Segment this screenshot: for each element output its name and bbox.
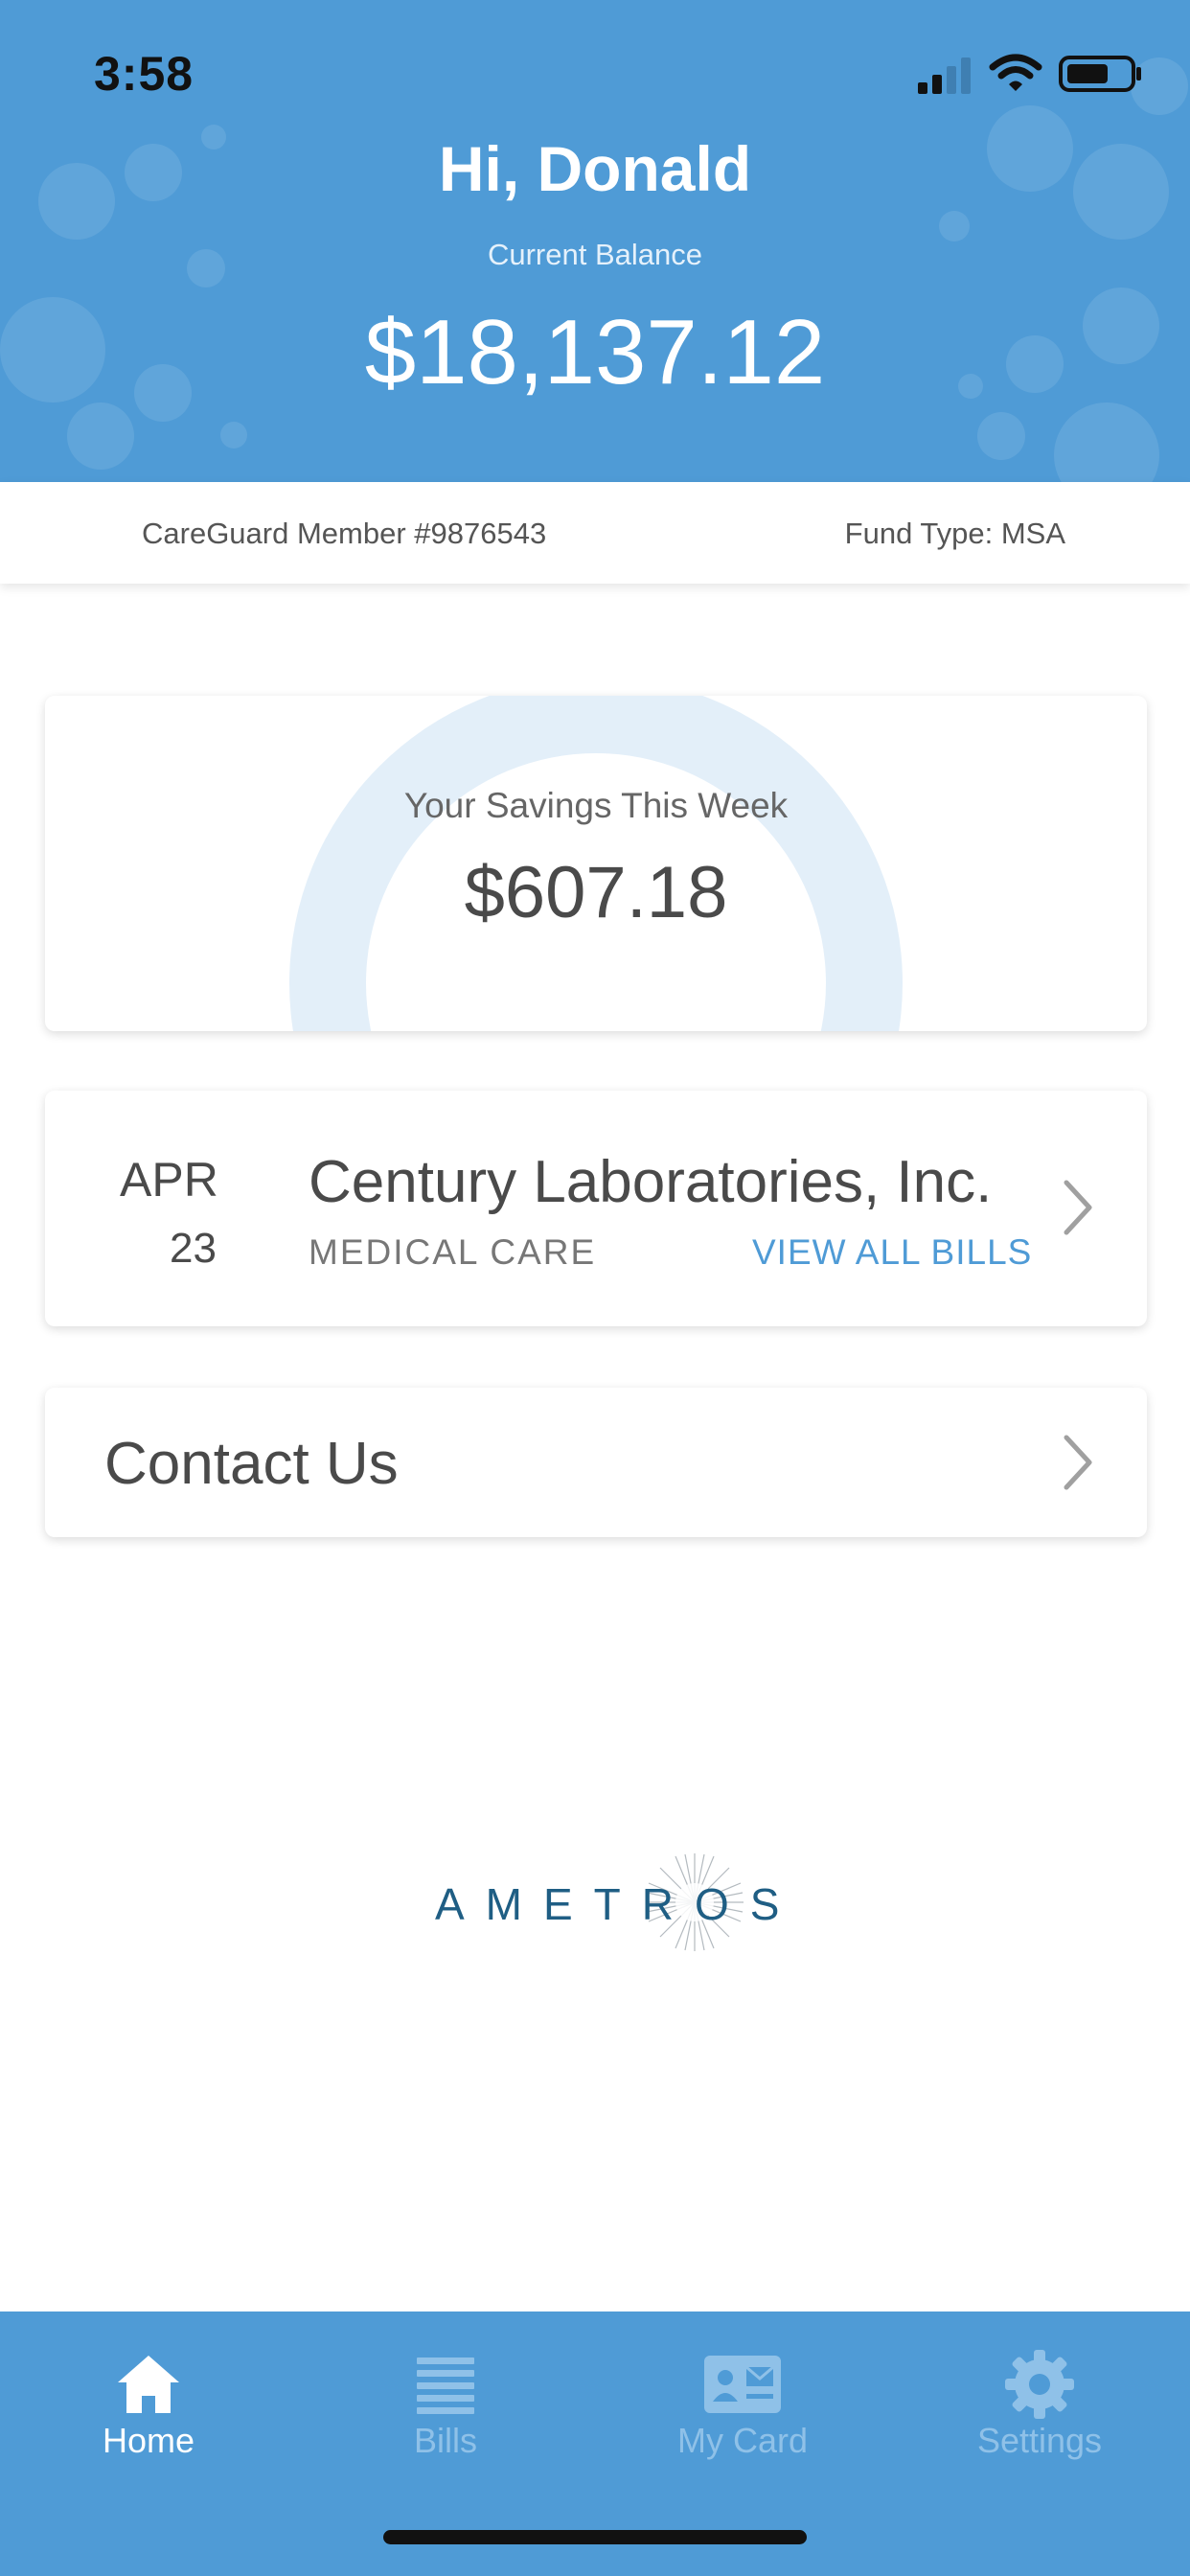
- tab-bills[interactable]: Bills: [297, 2312, 594, 2503]
- gear-icon: [1005, 2350, 1074, 2419]
- status-time: 3:58: [94, 47, 195, 101]
- id-card-icon: [704, 2356, 781, 2413]
- ametros-logo: AMETROS: [422, 1850, 786, 1955]
- balance-label: Current Balance: [487, 238, 702, 271]
- view-all-bills-link[interactable]: VIEW ALL BILLS: [752, 1232, 1032, 1273]
- battery-icon: [1059, 56, 1141, 92]
- status-bar: 3:58: [0, 0, 1190, 144]
- home-icon: [118, 2356, 179, 2413]
- tab-label: Settings: [976, 2421, 1103, 2460]
- home-screen: 3:58 Hi, Donald Current Balance $18,137.…: [0, 0, 1190, 2576]
- tab-label: Home: [102, 2421, 195, 2460]
- chevron-right-icon[interactable]: [1059, 1177, 1097, 1238]
- member-number: CareGuard Member #9876543: [142, 517, 547, 550]
- bill-date-month: APR: [120, 1153, 218, 1207]
- bill-provider: Century Laboratories, Inc.: [309, 1149, 993, 1215]
- tab-my-card[interactable]: My Card: [594, 2312, 891, 2503]
- tab-label: Bills: [413, 2421, 477, 2460]
- recent-bill-card[interactable]: APR 23 Century Laboratories, Inc. MEDICA…: [45, 1091, 1147, 1326]
- balance-amount: $18,137.12: [364, 301, 826, 403]
- savings-amount: $607.18: [464, 852, 728, 933]
- contact-us-label: Contact Us: [104, 1431, 399, 1497]
- tab-label: My Card: [676, 2421, 809, 2460]
- greeting: Hi, Donald: [438, 133, 752, 204]
- status-icons: [914, 50, 1144, 98]
- wifi-icon: [989, 54, 1042, 91]
- bill-date-day: 23: [170, 1225, 217, 1272]
- savings-label: Your Savings This Week: [403, 786, 789, 825]
- balance-header: 3:58 Hi, Donald Current Balance $18,137.…: [0, 0, 1190, 482]
- bill-category: MEDICAL CARE: [309, 1232, 597, 1272]
- savings-card: Your Savings This Week $607.18: [45, 696, 1147, 1031]
- list-icon: [417, 2358, 474, 2414]
- tab-settings[interactable]: Settings: [891, 2312, 1188, 2503]
- signal-icon: [918, 58, 971, 94]
- tab-bar: Home Bills My Card Settings: [0, 2312, 1190, 2576]
- chevron-right-icon[interactable]: [1059, 1432, 1097, 1493]
- tab-home[interactable]: Home: [0, 2312, 297, 2503]
- logo-wordmark: AMETROS: [435, 1879, 801, 1929]
- member-info-bar: CareGuard Member #9876543 Fund Type: MSA: [0, 482, 1190, 584]
- contact-us-card[interactable]: Contact Us: [45, 1388, 1147, 1537]
- fund-type: Fund Type: MSA: [844, 517, 1065, 550]
- home-indicator[interactable]: [383, 2530, 807, 2544]
